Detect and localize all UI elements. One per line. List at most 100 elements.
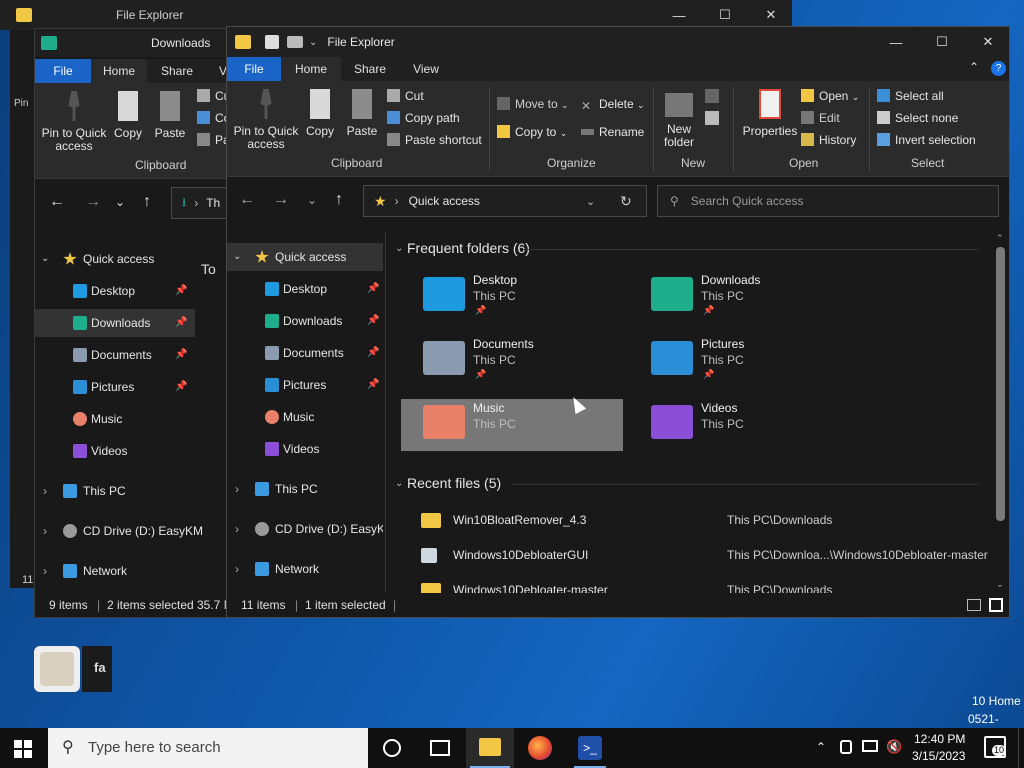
refresh-icon[interactable]: ↻ [620,193,632,210]
nav-cd-drive[interactable]: › CD Drive (D:) EasyKM [35,517,203,545]
content-pane[interactable]: ⌄ Frequent folders (6) Desktop This PC 📌… [387,231,993,593]
up-button[interactable]: ↑ [143,193,151,211]
app-thumbnail[interactable] [34,646,80,692]
powershell-icon[interactable]: >_ [578,736,602,760]
invert-selection-button[interactable]: Invert selection [877,131,976,149]
cortana-icon[interactable] [383,739,401,757]
back-button[interactable]: ← [239,191,255,209]
vertical-scrollbar[interactable]: ⌃ ⌄ [993,231,1009,593]
new-item-icon[interactable] [705,89,719,103]
nav-desktop[interactable]: Desktop 📌 [227,275,383,303]
nav-documents[interactable]: Documents 📌 [35,341,195,369]
task-view-icon[interactable] [430,740,450,756]
nav-pictures[interactable]: Pictures 📌 [35,373,195,401]
clock-date[interactable]: 3/15/2023 [912,749,965,763]
search-box[interactable]: ⚲ Search Quick access [657,185,999,217]
customize-toolbar-icon[interactable]: ⌄ [309,37,317,48]
nav-this-pc[interactable]: › This PC [35,477,195,505]
copy-to-button[interactable]: Copy to ⌄ [497,123,567,141]
firefox-icon[interactable] [528,736,552,760]
tab-home[interactable]: Home [281,57,341,81]
nav-this-pc[interactable]: › This PC [227,475,383,503]
device-icon[interactable] [840,740,852,754]
nav-network[interactable]: › Network [227,555,383,583]
nav-quick-access[interactable]: ⌄ Quick access [227,243,383,271]
minimize-button[interactable]: — [873,27,919,57]
nav-downloads[interactable]: Downloads 📌 [227,307,383,335]
address-dropdown-icon[interactable]: ⌄ [586,195,595,208]
forward-button[interactable]: → [85,193,101,211]
nav-documents[interactable]: Documents 📌 [227,339,383,367]
easy-access-icon[interactable] [705,111,719,125]
recent-files-header[interactable]: Recent files (5) [407,475,501,491]
properties-quick-icon[interactable] [265,35,279,49]
properties-button[interactable]: Properties [741,89,799,138]
copy-path-button[interactable]: Copy path [387,109,460,127]
tile-desktop[interactable]: Desktop This PC 📌 [401,271,623,323]
scrollbar-thumb[interactable] [996,247,1005,521]
delete-button[interactable]: ✕ Delete ⌄ [581,95,645,113]
paste-shortcut-button[interactable]: Pa [197,131,230,149]
taskbar-file-explorer[interactable] [466,728,514,768]
address-bar[interactable]: ★ › Quick access ⌄ ↻ [363,185,647,217]
paste-button[interactable]: Paste [153,91,187,140]
rename-button[interactable]: Rename [581,123,644,141]
nav-quick-access[interactable]: ⌄ Quick access [35,245,195,273]
nav-music[interactable]: Music [35,405,195,433]
cut-button[interactable]: Cut [387,87,424,105]
chevron-down-icon[interactable]: ⌄ [395,478,403,489]
tile-documents[interactable]: Documents This PC 📌 [401,335,623,387]
select-none-button[interactable]: Select none [877,109,958,127]
back-button[interactable]: ← [49,193,65,211]
copy-button[interactable]: Copy [111,91,145,140]
tile-music[interactable]: Music This PC [401,399,623,451]
new-folder-button[interactable]: New folder [659,89,699,149]
nav-desktop[interactable]: Desktop 📌 [35,277,195,305]
tile-videos[interactable]: Videos This PC [629,399,851,451]
clock-time[interactable]: 12:40 PM [914,732,965,746]
recent-file-row[interactable]: Windows10Debloater-master This PC\Downlo… [421,578,981,593]
paste-button[interactable]: Paste [345,89,379,138]
paste-shortcut-button[interactable]: Paste shortcut [387,131,482,149]
nav-music[interactable]: Music [227,403,383,431]
tab-share[interactable]: Share [345,57,395,81]
tab-home[interactable]: Home [91,59,147,83]
new-folder-quick-icon[interactable] [287,36,303,48]
scroll-down-arrow[interactable]: ⌄ [996,579,1004,590]
tab-file[interactable]: File [227,57,281,81]
tile-pictures[interactable]: Pictures This PC 📌 [629,335,851,387]
tab-view[interactable]: View [401,57,451,81]
file-explorer-window-quick-access[interactable]: ⌄ File Explorer — ☐ ✕ File Home Share Vi… [226,26,1010,618]
navigation-pane[interactable]: ⌄ Quick access Desktop 📌 Downloads 📌 Doc… [35,241,203,601]
recent-locations-button[interactable]: ⌄ [307,193,317,207]
history-button[interactable]: History [801,131,856,149]
large-icons-view-icon[interactable] [989,598,1003,612]
tab-file[interactable]: File [35,59,91,83]
pin-to-quick-access-button[interactable]: Pin to Quick access [231,89,301,151]
show-hidden-icons[interactable]: ⌃ [816,740,826,754]
start-button[interactable] [14,740,32,758]
help-icon[interactable]: ? [991,61,1006,76]
scroll-up-arrow[interactable]: ⌃ [996,233,1004,244]
network-status-icon[interactable] [862,740,878,752]
nav-network[interactable]: › Network [35,557,195,585]
show-desktop-button[interactable] [1018,728,1024,768]
tile-downloads[interactable]: Downloads This PC 📌 [629,271,851,323]
taskbar-search[interactable]: ⚲ Type here to search [48,728,368,768]
nav-videos[interactable]: Videos [227,435,383,463]
recent-locations-button[interactable]: ⌄ [115,195,125,209]
close-button[interactable]: ✕ [965,27,1009,57]
volume-muted-icon[interactable]: 🔇 [886,739,902,755]
chevron-down-icon[interactable]: ⌄ [395,243,403,254]
navigation-pane[interactable]: ⌄ Quick access Desktop 📌 Downloads 📌 Doc… [227,239,383,599]
copy-button[interactable]: Copy [303,89,337,138]
up-button[interactable]: ↑ [335,191,343,209]
nav-videos[interactable]: Videos [35,437,195,465]
nav-downloads[interactable]: Downloads 📌 [35,309,195,337]
notification-center-icon[interactable]: 10 [984,736,1007,758]
collapse-ribbon-icon[interactable]: ⌃ [969,60,979,74]
open-button[interactable]: Open ⌄ [801,87,859,105]
pin-to-quick-access-button[interactable]: Pin to Quick access [39,91,109,153]
recent-file-row[interactable]: Win10BloatRemover_4.3 This PC\Downloads [421,508,981,532]
move-to-button[interactable]: Move to ⌄ [497,95,569,113]
